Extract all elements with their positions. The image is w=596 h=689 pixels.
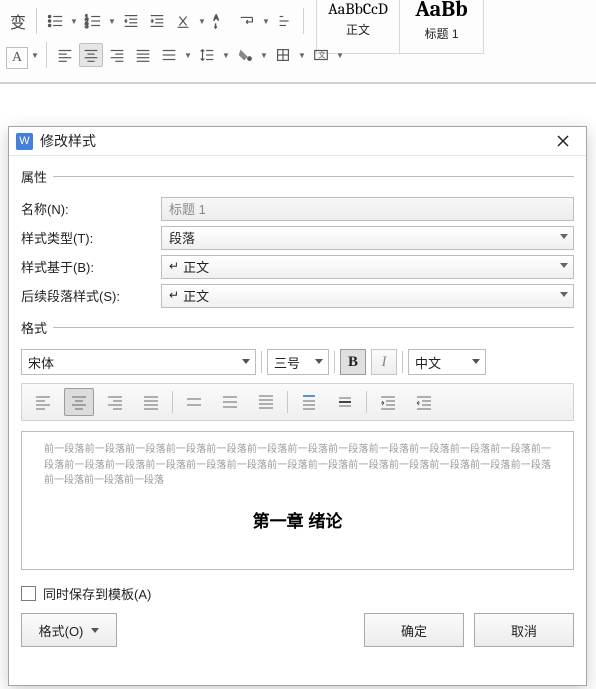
sort-icon[interactable]: A↓ (209, 9, 233, 33)
style-label: 正文 (346, 21, 370, 38)
show-marks-icon[interactable] (273, 9, 297, 33)
clear-format-icon[interactable] (171, 9, 195, 33)
cancel-button[interactable]: 取消 (474, 613, 574, 647)
align-justify-icon[interactable] (131, 43, 155, 67)
name-input[interactable]: 标题 1 (161, 197, 574, 221)
ribbon: 变 ▼ 123▼ ▼ A↓ ▼ AaBbCcD 正文 AaBb 标题 1 (0, 0, 596, 84)
save-template-label: 同时保存到模板(A) (43, 584, 151, 603)
label-name: 名称(N): (21, 199, 161, 218)
style-preview: AaBbCcD (328, 0, 388, 18)
based-combo[interactable]: ↵正文 (161, 255, 574, 279)
save-template-row[interactable]: 同时保存到模板(A) (21, 584, 574, 603)
svg-text:3: 3 (85, 23, 89, 30)
dialog-titlebar[interactable]: W 修改样式 (9, 127, 586, 156)
paragraph-toolbar (21, 383, 574, 421)
space-before-dec-button[interactable] (330, 388, 360, 416)
dropdown-icon[interactable]: ▼ (69, 9, 79, 33)
indent-increase-icon[interactable] (145, 9, 169, 33)
space-before-inc-button[interactable] (294, 388, 324, 416)
preview-pane: 前一段落前一段落前一段落前一段落前一段落前一段落前一段落前一段落前一段落前一段落… (21, 431, 574, 570)
dropdown-icon[interactable]: ▼ (335, 43, 345, 67)
checkbox-icon[interactable] (21, 586, 36, 601)
text-effects-icon[interactable]: 变 (6, 9, 30, 33)
indent-dec-button[interactable] (409, 388, 439, 416)
linespace-1-button[interactable] (179, 388, 209, 416)
section-format: 格式 宋体 三号 B I 中文 (21, 318, 574, 570)
align-center-icon[interactable] (79, 43, 103, 67)
dropdown-icon[interactable]: ▼ (297, 43, 307, 67)
section-attributes: 属性 名称(N): 标题 1 样式类型(T): 段落 样式基于(B): ↵正文 … (21, 167, 574, 310)
style-preview: AaBb (415, 0, 467, 22)
linespace-2-button[interactable] (251, 388, 281, 416)
section-label: 属性 (21, 167, 47, 186)
preview-chapter: 第一章 绪论 (44, 509, 551, 535)
align-right-icon[interactable] (105, 43, 129, 67)
font-color-icon[interactable]: A (6, 47, 28, 69)
app-icon: W (16, 133, 33, 150)
indent-decrease-icon[interactable] (119, 9, 143, 33)
align-left-button[interactable] (28, 388, 58, 416)
size-combo[interactable]: 三号 (267, 349, 329, 375)
dropdown-icon[interactable]: ▼ (197, 9, 207, 33)
borders-icon[interactable] (271, 43, 295, 67)
numbering-icon[interactable]: 123 (81, 9, 105, 33)
label-based: 样式基于(B): (21, 257, 161, 276)
shading-icon[interactable] (233, 43, 257, 67)
type-combo[interactable]: 段落 (161, 226, 574, 250)
line-wrap-icon[interactable] (235, 9, 259, 33)
dropdown-icon[interactable]: ▼ (221, 43, 231, 67)
script-combo[interactable]: 中文 (408, 349, 486, 375)
svg-text:文: 文 (318, 51, 325, 60)
section-label: 格式 (21, 318, 47, 337)
dropdown-icon[interactable]: ▼ (30, 43, 40, 67)
bold-button[interactable]: B (340, 349, 366, 375)
label-type: 样式类型(T): (21, 228, 161, 247)
close-button[interactable] (546, 128, 580, 155)
align-center-button[interactable] (64, 388, 94, 416)
follow-combo[interactable]: ↵正文 (161, 284, 574, 308)
font-combo[interactable]: 宋体 (21, 349, 256, 375)
align-justify-button[interactable] (136, 388, 166, 416)
modify-style-dialog: W 修改样式 属性 名称(N): 标题 1 样式类型(T): 段落 样式基于(B… (8, 126, 587, 686)
indent-inc-button[interactable] (373, 388, 403, 416)
ok-button[interactable]: 确定 (364, 613, 464, 647)
dialog-title: 修改样式 (40, 131, 546, 151)
dropdown-icon[interactable]: ▼ (183, 43, 193, 67)
svg-text:↓: ↓ (214, 21, 218, 30)
format-menu-button[interactable]: 格式(O) (21, 613, 117, 647)
align-distribute-icon[interactable] (157, 43, 181, 67)
italic-button[interactable]: I (371, 349, 397, 375)
label-follow: 后续段落样式(S): (21, 286, 161, 305)
dropdown-icon[interactable]: ▼ (261, 9, 271, 33)
align-right-button[interactable] (100, 388, 130, 416)
line-spacing-icon[interactable] (195, 43, 219, 67)
dropdown-icon[interactable]: ▼ (107, 9, 117, 33)
linespace-1_5-button[interactable] (215, 388, 245, 416)
align-left-icon[interactable] (53, 43, 77, 67)
preview-prev-text: 前一段落前一段落前一段落前一段落前一段落前一段落前一段落前一段落前一段落前一段落… (44, 442, 551, 489)
text-tools-icon[interactable]: 文 (309, 43, 333, 67)
dropdown-icon[interactable]: ▼ (259, 43, 269, 67)
bullets-icon[interactable] (43, 9, 67, 33)
